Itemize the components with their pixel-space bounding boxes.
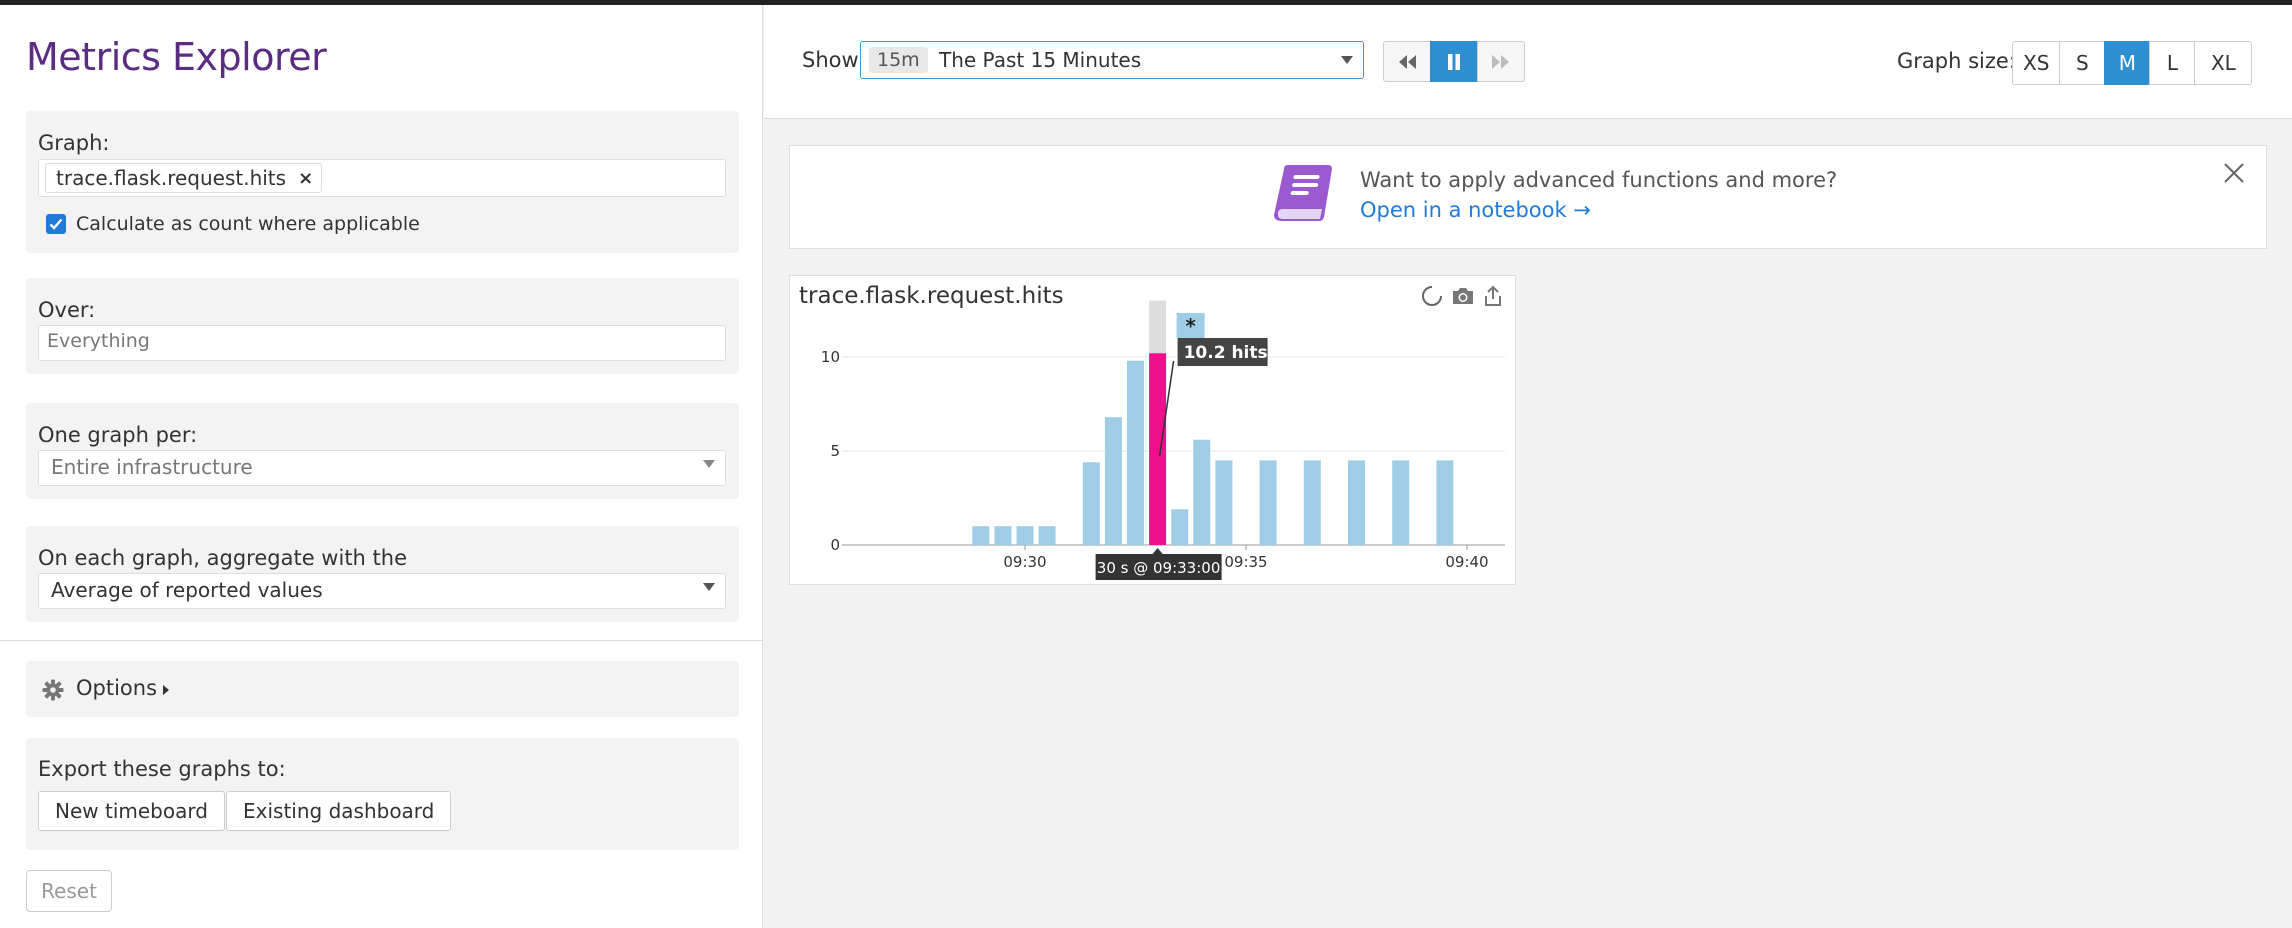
- reset-button[interactable]: Reset: [26, 870, 112, 912]
- pause-button[interactable]: [1430, 41, 1478, 82]
- bar: [1392, 460, 1410, 545]
- bar: [1303, 460, 1321, 545]
- aggregate-select[interactable]: Average of reported values: [38, 573, 726, 609]
- graph-label: Graph:: [38, 131, 110, 155]
- close-icon[interactable]: [2223, 162, 2245, 184]
- one-graph-per-select[interactable]: Entire infrastructure: [38, 450, 726, 486]
- notebook-icon: [1274, 165, 1332, 221]
- metric-input[interactable]: trace.flask.request.hits ×: [38, 159, 726, 197]
- bar: [1215, 460, 1233, 545]
- chevron-down-icon: [703, 460, 715, 468]
- aggregate-label: On each graph, aggregate with the: [38, 546, 407, 570]
- aggregate-card: On each graph, aggregate with the Averag…: [26, 526, 739, 622]
- size-xs-button[interactable]: XS: [2012, 41, 2061, 85]
- time-range-value: The Past 15 Minutes: [939, 48, 1142, 72]
- checkmark-icon: [49, 218, 63, 230]
- metric-tag-label: trace.flask.request.hits: [56, 166, 287, 190]
- fast-forward-icon: [1492, 54, 1509, 69]
- y-tick-label: 5: [830, 442, 840, 460]
- bar: [994, 526, 1012, 545]
- count-checkbox-label: Calculate as count where applicable: [76, 213, 420, 235]
- bar: [1436, 460, 1454, 545]
- size-s-button[interactable]: S: [2059, 41, 2106, 85]
- rewind-button[interactable]: [1383, 41, 1431, 82]
- marker-symbol: *: [1185, 314, 1196, 338]
- panel-divider: [0, 640, 762, 641]
- rewind-icon: [1399, 54, 1416, 69]
- x-tick-label: 09:30: [1003, 553, 1046, 571]
- x-tick-label: 09:40: [1445, 553, 1488, 571]
- tooltip-value: 10.2 hits: [1184, 343, 1268, 363]
- graph-size-label: Graph size:: [1897, 49, 2016, 73]
- y-tick-label: 0: [830, 536, 840, 554]
- banner-text: Want to apply advanced functions and mor…: [1360, 168, 1838, 192]
- graph-size-group: XS S M L XL: [2012, 41, 2253, 85]
- caret-right-icon: [163, 685, 169, 695]
- y-tick-label: 10: [821, 348, 840, 366]
- size-l-button[interactable]: L: [2149, 41, 2196, 85]
- time-tooltip-arrow: [1151, 548, 1164, 555]
- new-timeboard-button[interactable]: New timeboard: [38, 791, 225, 831]
- bar: [1193, 439, 1211, 545]
- remove-metric-icon[interactable]: ×: [298, 168, 313, 189]
- options-label: Options: [76, 676, 158, 700]
- graph-card: Graph: trace.flask.request.hits × Calcul…: [26, 111, 739, 253]
- chevron-down-icon: [1341, 56, 1353, 64]
- pause-icon: [1448, 53, 1460, 70]
- over-placeholder: Everything: [47, 330, 150, 352]
- bar: [1127, 360, 1144, 545]
- bar: [1038, 526, 1056, 545]
- toolbar: Show 15m The Past 15 Minutes Graph size:…: [764, 5, 2292, 119]
- bar: [1016, 526, 1034, 545]
- time-tooltip-label: 30 s @ 09:33:00: [1097, 559, 1221, 577]
- bar-chart[interactable]: 0 5 10 09:30 09:35 09:40 10.2 hits * 30 s @ 09:3…: [790, 276, 1517, 586]
- export-card: Export these graphs to: New timeboard Ex…: [26, 738, 739, 850]
- time-range-select[interactable]: 15m The Past 15 Minutes: [860, 41, 1364, 79]
- bar: [1171, 509, 1189, 545]
- fast-forward-button[interactable]: [1477, 41, 1525, 82]
- one-graph-per-card: One graph per: Entire infrastructure: [26, 403, 739, 499]
- bar-highlighted: [1149, 353, 1167, 545]
- export-label: Export these graphs to:: [38, 757, 286, 781]
- size-xl-button[interactable]: XL: [2194, 41, 2253, 85]
- over-label: Over:: [38, 298, 96, 322]
- chevron-down-icon: [703, 583, 715, 591]
- metric-tag: trace.flask.request.hits ×: [45, 163, 323, 193]
- show-label: Show: [802, 48, 859, 72]
- notebook-banner: Want to apply advanced functions and mor…: [789, 145, 2267, 249]
- one-graph-per-label: One graph per:: [38, 423, 198, 447]
- bar: [1104, 417, 1122, 545]
- options-toggle[interactable]: Options: [26, 661, 739, 717]
- aggregate-value: Average of reported values: [51, 578, 323, 602]
- size-m-button[interactable]: M: [2104, 41, 2151, 85]
- x-tick-label: 09:35: [1224, 553, 1267, 571]
- page-title: Metrics Explorer: [26, 35, 327, 79]
- time-range-badge: 15m: [869, 47, 928, 73]
- bar: [1082, 462, 1100, 545]
- bar: [1348, 460, 1365, 545]
- gear-icon: [42, 679, 64, 701]
- one-graph-per-value: Entire infrastructure: [51, 455, 253, 479]
- existing-dashboard-button[interactable]: Existing dashboard: [226, 791, 452, 831]
- graph-widget: trace.flask.request.hits 0 5 10 09:30 09:35 0…: [789, 275, 1516, 585]
- query-panel: Metrics Explorer Graph: trace.flask.requ…: [0, 5, 763, 928]
- over-input[interactable]: Everything: [38, 325, 726, 361]
- bar-highlight-rest: [1149, 300, 1167, 354]
- bar: [1259, 460, 1277, 545]
- bar: [972, 526, 990, 545]
- over-card: Over: Everything: [26, 278, 739, 374]
- count-checkbox[interactable]: [46, 214, 66, 234]
- open-notebook-link[interactable]: Open in a notebook →: [1360, 198, 1591, 222]
